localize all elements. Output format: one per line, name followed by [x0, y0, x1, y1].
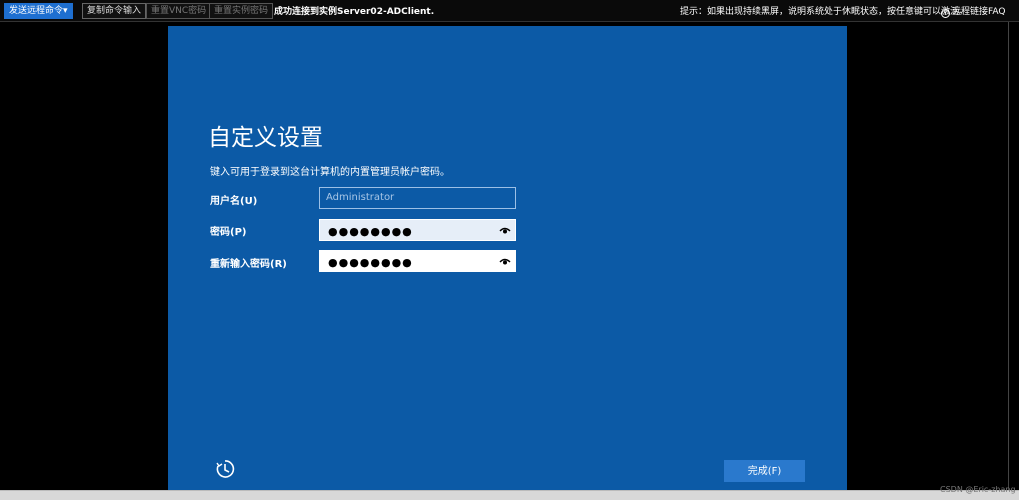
- horizontal-scrollbar[interactable]: [0, 490, 1019, 500]
- reenter-password-field[interactable]: ●●●●●●●●: [319, 250, 516, 272]
- send-remote-command-button[interactable]: 发送远程命令▾: [4, 3, 73, 19]
- password-label: 密码(P): [210, 227, 247, 238]
- connection-status: 成功连接到实例Server02-ADClient.: [274, 7, 435, 17]
- watermark: CSDN @Eric-zhang: [940, 485, 1016, 494]
- reenter-password-label: 重新输入密码(R): [210, 259, 287, 270]
- copy-command-input-button[interactable]: 复制命令输入: [82, 3, 147, 19]
- finish-button[interactable]: 完成(F): [724, 460, 805, 482]
- password-field[interactable]: ●●●●●●●●: [319, 219, 516, 241]
- reveal-password-icon[interactable]: [499, 226, 511, 235]
- reveal-reenter-password-icon[interactable]: [499, 257, 511, 266]
- reset-instance-password-button[interactable]: 重置实例密码: [209, 3, 274, 19]
- top-toolbar: 发送远程命令▾ 复制命令输入 重置VNC密码 重置实例密码 成功连接到实例Ser…: [0, 0, 1019, 22]
- page-subtitle: 键入可用于登录到这台计算机的内置管理员帐户密码。: [210, 167, 450, 178]
- black-screen-hint: 提示：如果出现持续黑屏，说明系统处于休眠状态，按任意键可以激活。: [680, 7, 969, 17]
- remote-faq-link[interactable]: ? 远程链接FAQ: [941, 4, 1005, 18]
- password-value: ●●●●●●●●: [328, 225, 413, 238]
- page-title: 自定义设置: [208, 125, 323, 151]
- faq-label: 远程链接FAQ: [952, 7, 1006, 17]
- accessibility-icon[interactable]: [214, 458, 236, 480]
- remote-screen[interactable]: 自定义设置 键入可用于登录到这台计算机的内置管理员帐户密码。 用户名(U) Ad…: [168, 26, 847, 490]
- reenter-password-value: ●●●●●●●●: [328, 256, 413, 269]
- username-field[interactable]: Administrator: [319, 187, 516, 209]
- reset-vnc-password-button[interactable]: 重置VNC密码: [146, 3, 212, 19]
- username-label: 用户名(U): [210, 196, 258, 207]
- help-icon: ?: [941, 9, 950, 18]
- vertical-scrollbar[interactable]: [1008, 22, 1019, 490]
